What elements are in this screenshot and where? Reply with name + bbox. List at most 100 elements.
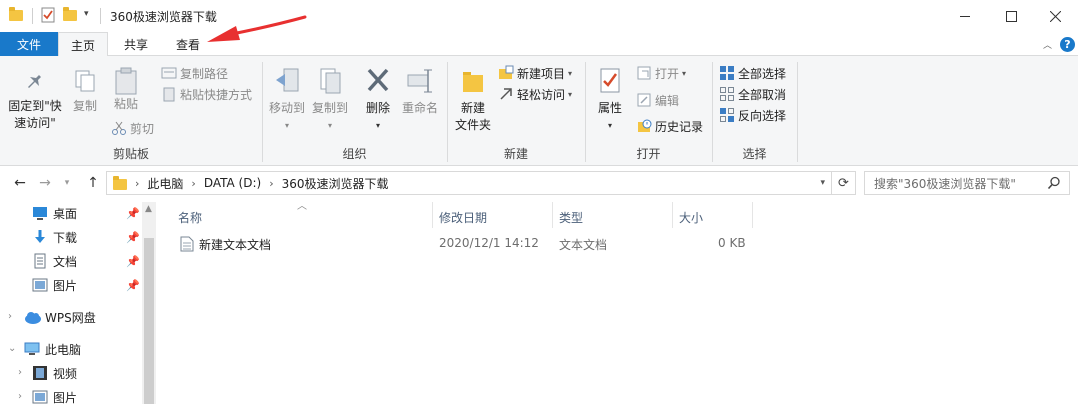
maximize-button[interactable] (988, 0, 1034, 32)
nav-item-wps-cloud[interactable]: WPS网盘 (24, 306, 96, 328)
open-button[interactable]: 打开 ▾ (636, 63, 686, 83)
video-icon (32, 365, 48, 381)
refresh-button[interactable]: ⟳ (832, 171, 856, 195)
breadcrumb-data-drive[interactable]: DATA (D:) (204, 176, 261, 190)
move-to-button[interactable]: 移动到 ▾ (266, 66, 308, 134)
scroll-up-icon[interactable]: ▲ (145, 204, 152, 214)
nav-item-videos[interactable]: 视频 (32, 362, 77, 384)
text-file-icon (180, 236, 194, 255)
minimize-button[interactable] (942, 0, 988, 32)
rename-label: 重命名 (401, 101, 438, 115)
chevron-right-icon[interactable]: › (135, 177, 139, 190)
up-button[interactable]: ↑ (84, 175, 102, 191)
nav-item-downloads[interactable]: 下载 (32, 226, 77, 248)
nav-item-label: 视频 (53, 366, 78, 381)
edit-button[interactable]: 编辑 (636, 90, 679, 110)
pin-icon[interactable]: 📌 (126, 255, 140, 268)
column-divider[interactable] (432, 202, 433, 228)
copy-button[interactable]: 复制 (68, 68, 102, 115)
forward-button[interactable]: → (36, 175, 54, 191)
expand-chevron-icon[interactable]: › (8, 311, 12, 322)
expand-chevron-icon[interactable]: › (18, 391, 22, 402)
help-icon[interactable]: ? (1060, 37, 1075, 52)
nav-item-pc-pictures[interactable]: 图片 (32, 386, 77, 408)
nav-item-label: 下载 (53, 230, 78, 245)
copy-to-button[interactable]: 复制到 ▾ (308, 66, 352, 134)
dropdown-caret-icon: ▾ (682, 68, 687, 78)
folder-icon (113, 176, 127, 190)
history-icon (636, 118, 652, 134)
divider (797, 62, 798, 162)
select-none-button[interactable]: 全部取消 (719, 84, 786, 104)
new-folder-button[interactable]: 新建 文件夹 (451, 66, 495, 134)
close-icon (1049, 10, 1061, 22)
pin-quick-access-button[interactable]: 固定到"快 速访问" (4, 68, 66, 132)
pin-icon[interactable]: 📌 (126, 279, 140, 292)
scrollbar-thumb[interactable] (144, 238, 154, 404)
tab-home[interactable]: 主页 (58, 32, 108, 57)
address-dropdown-icon[interactable]: ▾ (820, 178, 825, 188)
column-divider[interactable] (672, 202, 673, 228)
back-button[interactable]: ← (11, 175, 29, 191)
column-header-modified[interactable]: 修改日期 (439, 205, 487, 229)
nav-item-desktop[interactable]: 桌面 (32, 202, 77, 224)
desktop-icon (32, 205, 48, 221)
cut-button[interactable]: 剪切 (111, 118, 154, 138)
paste-shortcut-button[interactable]: 粘贴快捷方式 (161, 84, 252, 104)
collapse-ribbon-icon[interactable]: ︿ (1043, 38, 1052, 51)
minimize-icon (959, 15, 970, 17)
nav-item-this-pc[interactable]: 此电脑 (24, 338, 81, 360)
search-input[interactable]: 搜索"360极速浏览器下载" (864, 171, 1070, 195)
column-header-name[interactable]: 名称 (178, 205, 202, 229)
new-item-button[interactable]: 新建项目 ▾ (498, 63, 572, 83)
history-label: 历史记录 (655, 119, 704, 134)
file-list: ︿ 名称 修改日期 类型 大小 新建文本文档 2020/12/1 14:12 文… (160, 201, 1078, 404)
tab-share[interactable]: 共享 (112, 32, 160, 56)
rename-icon (407, 69, 432, 93)
recent-locations-dropdown[interactable]: ▾ (58, 178, 76, 188)
new-folder-icon[interactable] (63, 7, 79, 23)
new-folder-label-2: 文件夹 (454, 118, 491, 132)
properties-button[interactable]: 属性 ▾ (589, 66, 631, 134)
breadcrumb-this-pc[interactable]: 此电脑 (147, 175, 183, 192)
breadcrumb-current-folder[interactable]: 360极速浏览器下载 (282, 175, 389, 192)
column-header-type[interactable]: 类型 (559, 205, 583, 229)
search-placeholder: 搜索"360极速浏览器下载" (874, 176, 1016, 191)
invert-selection-button[interactable]: 反向选择 (719, 105, 786, 125)
paste-shortcut-icon (161, 86, 177, 102)
copy-path-button[interactable]: 复制路径 (161, 63, 228, 83)
select-all-button[interactable]: 全部选择 (719, 63, 786, 83)
select-all-icon (719, 65, 735, 81)
copy-icon (75, 70, 95, 92)
file-modified: 2020/12/1 14:12 (439, 236, 539, 250)
expand-chevron-icon[interactable]: › (18, 367, 22, 378)
properties-checklist-icon[interactable] (40, 7, 56, 23)
customize-toolbar-dropdown-icon[interactable]: ▾ (84, 9, 100, 25)
pin-icon[interactable]: 📌 (126, 207, 140, 220)
delete-button[interactable]: 删除 ▾ (358, 66, 398, 134)
history-button[interactable]: 历史记录 (636, 116, 703, 136)
pin-icon[interactable]: 📌 (126, 231, 140, 244)
collapse-chevron-icon[interactable]: ⌄ (8, 343, 16, 354)
new-folder-icon (463, 72, 483, 92)
invert-selection-label: 反向选择 (738, 108, 787, 123)
nav-item-pictures[interactable]: 图片 (32, 274, 77, 296)
column-divider[interactable] (752, 202, 753, 228)
close-button[interactable] (1032, 0, 1078, 32)
new-folder-label-1: 新建 (460, 101, 485, 115)
chevron-right-icon[interactable]: › (269, 177, 273, 190)
nav-item-documents[interactable]: 文档 (32, 250, 77, 272)
tab-view[interactable]: 查看 (164, 32, 212, 56)
paste-button[interactable]: 粘贴 (106, 66, 146, 113)
column-header-size[interactable]: 大小 (679, 205, 703, 229)
tab-file[interactable]: 文件 (0, 32, 58, 56)
rename-button[interactable]: 重命名 (399, 66, 441, 117)
chevron-right-icon[interactable]: › (191, 177, 195, 190)
select-none-label: 全部取消 (738, 87, 787, 102)
nav-scrollbar[interactable]: ▲ (142, 202, 156, 404)
easy-access-button[interactable]: 轻松访问 ▾ (498, 84, 572, 104)
address-bar[interactable]: › 此电脑 › DATA (D:) › 360极速浏览器下载 ▾ (106, 171, 832, 195)
table-row[interactable]: 新建文本文档 2020/12/1 14:12 文本文档 0 KB (160, 232, 1078, 256)
column-divider[interactable] (552, 202, 553, 228)
group-label-organize: 组织 (342, 147, 367, 161)
